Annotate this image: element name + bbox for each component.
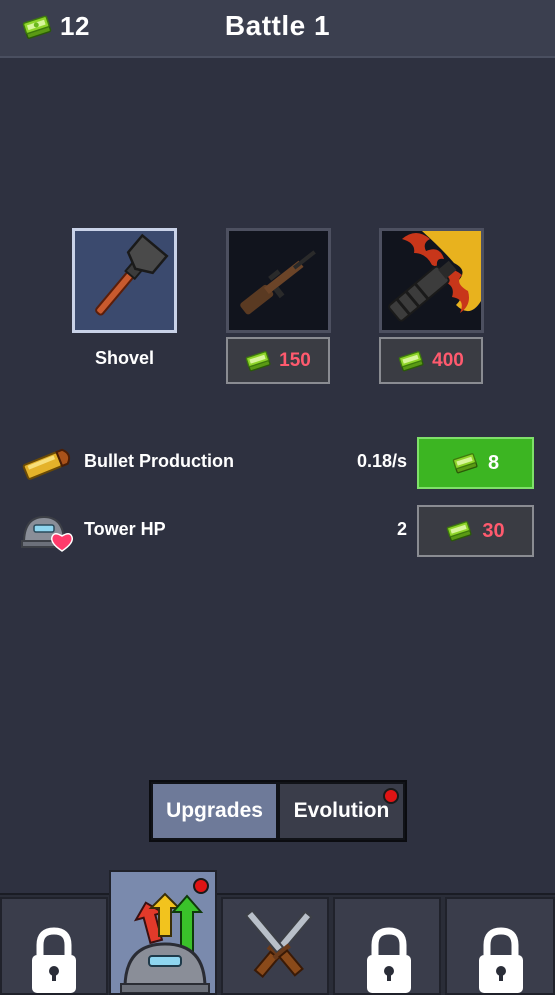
cash-stack-icon [245,348,273,374]
nav-locked-3[interactable] [445,897,555,995]
notification-dot [193,878,209,894]
upgrade-label: Tower HP [84,519,166,539]
rifle-price: 150 [279,349,311,371]
tower-heart-icon [20,509,76,560]
upgrade-value: 2 [396,519,407,539]
upgrade-row-tower-hp: Tower HP 2 30 [0,505,555,557]
buy-flamethrower-button[interactable]: 400 [379,337,483,384]
lock-icon [479,927,523,993]
nav-locked-2[interactable] [333,897,441,995]
weapon-slot-rifle[interactable] [226,228,331,333]
flamethrower-price: 400 [432,349,464,371]
notification-dot [383,788,399,804]
upgrade-row-bullet-production: Bullet Production 0.18/s 8 [0,437,555,489]
upgrade-cost: 8 [487,451,500,474]
shovel-icon [95,233,169,316]
cash-stack-icon [452,450,480,476]
tab-evolution-label: Evolution [293,799,390,822]
tab-evolution[interactable]: Evolution [278,782,405,840]
top-bar: 12 Battle 1 [0,0,555,58]
bullet-icon [20,441,76,490]
buy-bullet-production-button[interactable]: 8 [417,437,534,489]
nav-battle[interactable] [221,897,329,995]
upgrade-label: Bullet Production [84,451,234,471]
flamethrower-icon [382,231,481,330]
upgrade-cost: 30 [482,519,505,542]
upgrade-value: 0.18/s [356,451,407,471]
crossed-knives-icon [244,909,313,979]
buy-tower-hp-button[interactable]: 30 [417,505,534,557]
buy-rifle-button[interactable]: 150 [226,337,330,384]
weapon-slot-flamethrower[interactable] [379,228,484,333]
nav-locked-1[interactable] [0,897,108,995]
rifle-icon [240,250,316,315]
page-title: Battle 1 [224,10,331,41]
lock-icon [367,927,411,993]
tab-upgrades[interactable]: Upgrades [151,782,278,840]
weapon-slot-shovel[interactable] [72,228,177,333]
nav-upgrades[interactable] [109,870,217,995]
cash-stack-icon [398,348,426,374]
weapon-name-shovel: Shovel [94,348,155,368]
cash-stack-icon [446,518,474,544]
tab-switcher: Upgrades Evolution [149,780,407,842]
lock-icon [32,927,76,993]
